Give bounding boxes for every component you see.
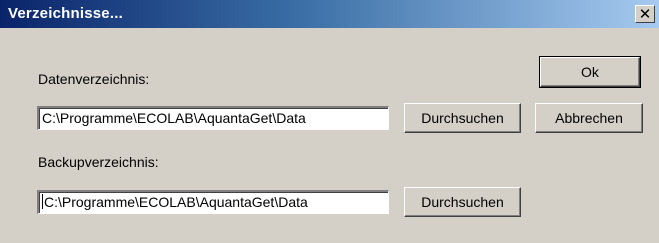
cancel-button[interactable]: Abbrechen (535, 103, 643, 133)
data-directory-value: C:\Programme\ECOLAB\AquantaGet\Data (42, 110, 306, 126)
data-directory-input[interactable]: C:\Programme\ECOLAB\AquantaGet\Data (37, 106, 389, 130)
backup-directory-value: C:\Programme\ECOLAB\AquantaGet\Data (44, 194, 308, 210)
ok-button[interactable]: Ok (539, 56, 641, 88)
dialog-title: Verzeichnisse... (8, 5, 123, 22)
backup-directory-browse-button[interactable]: Durchsuchen (404, 187, 521, 217)
directories-dialog: Verzeichnisse... ✕ Datenverzeichnis: C:\… (0, 0, 659, 243)
close-button[interactable]: ✕ (635, 5, 655, 23)
text-cursor (42, 194, 43, 209)
data-directory-browse-label: Durchsuchen (421, 110, 504, 126)
data-directory-label: Datenverzeichnis: (38, 71, 150, 87)
backup-directory-input[interactable]: C:\Programme\ECOLAB\AquantaGet\Data (37, 190, 389, 214)
backup-directory-label: Backupverzeichnis: (38, 154, 159, 170)
data-directory-browse-button[interactable]: Durchsuchen (404, 103, 521, 133)
cancel-button-label: Abbrechen (555, 110, 623, 126)
backup-directory-browse-label: Durchsuchen (421, 194, 504, 210)
ok-button-label: Ok (581, 64, 599, 80)
title-bar[interactable]: Verzeichnisse... ✕ (0, 0, 659, 28)
close-icon: ✕ (638, 5, 652, 23)
